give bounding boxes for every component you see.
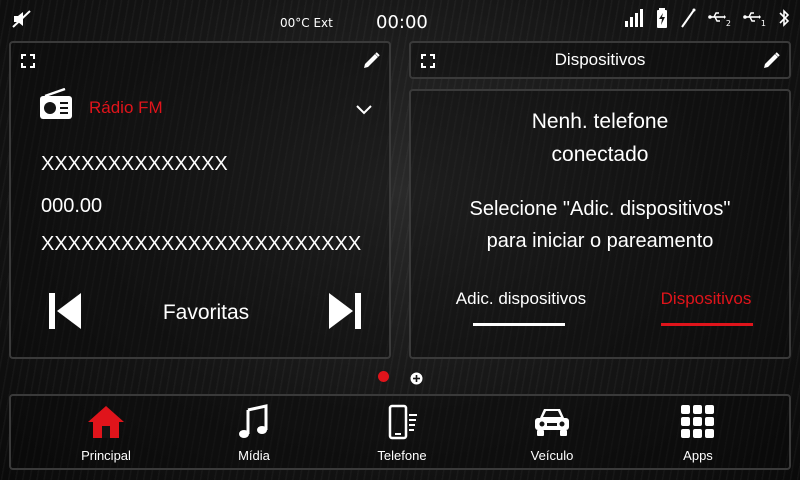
usb-1-label: 1 [760,18,766,28]
tab-devices-underline [661,323,753,326]
pairing-hint-line2: para iniciar o pareamento [486,230,714,252]
car-icon [532,409,572,444]
nav-principal-label: Principal [81,448,131,463]
signal-icon [624,9,644,27]
clock: 00:00 [376,12,428,33]
bluetooth-icon [778,8,790,28]
phone-icon [384,404,420,444]
nav-telefone-label: Telefone [377,448,427,463]
tab-add-underline [473,323,565,326]
no-phone-message: Nenh. telefone conectado [411,105,789,171]
frequency: 000.00 [41,195,103,217]
add-page-icon[interactable] [410,370,423,389]
nav-veiculo-label: Veículo [530,448,574,463]
devices-header: Dispositivos [409,41,791,79]
pairing-hint-line1: Selecione "Adic. dispositivos" [469,198,731,220]
outside-temperature: 00°C Ext [280,16,333,30]
radio-source-label[interactable]: Rádio FM [89,98,163,118]
tab-devices[interactable]: Dispositivos [651,289,761,326]
status-icons: 2 1 [624,8,790,28]
no-phone-line1: Nenh. telefone [531,110,669,133]
radio-text: XXXXXXXXXXXXXXXXXXXXXXXX [41,233,362,255]
mute-icon[interactable] [12,10,32,32]
devices-title: Dispositivos [554,50,646,69]
tab-devices-label: Dispositivos [660,289,752,308]
chevron-down-icon[interactable] [355,101,373,120]
favorites-button[interactable]: Favoritas [151,301,261,325]
antenna-icon [680,8,696,28]
radio-widget[interactable]: Rádio FM XXXXXXXXXXXXXX 000.00 XXXXXXXXX… [9,41,391,359]
skip-next-icon[interactable] [327,291,363,335]
devices-widget: Nenh. telefone conectado Selecione "Adic… [409,89,791,359]
usb-2-label: 2 [725,18,731,28]
page-indicator-active[interactable] [378,371,389,382]
bottom-nav: Principal Mídia Telefone Veículo Apps [9,394,791,470]
status-bar: 00°C Ext 00:00 2 1 [0,0,800,40]
tab-add-devices-label: Adic. dispositivos [455,289,587,308]
radio-icon [39,87,73,124]
skip-previous-icon[interactable] [47,291,83,335]
nav-veiculo[interactable]: Veículo [492,404,612,463]
nav-telefone[interactable]: Telefone [342,404,462,463]
battery-charging-icon [656,8,668,28]
nav-apps-label: Apps [683,448,713,463]
home-icon [86,406,126,444]
expand-icon[interactable] [21,53,35,72]
nav-apps[interactable]: Apps [638,404,758,463]
nav-principal[interactable]: Principal [46,404,166,463]
music-note-icon [236,404,272,444]
nav-midia-label: Mídia [238,448,270,463]
nav-midia[interactable]: Mídia [194,404,314,463]
pairing-hint: Selecione "Adic. dispositivos" para inic… [411,193,789,257]
usb-2-icon: 2 [708,9,731,28]
apps-grid-icon [680,405,716,444]
tab-add-devices[interactable]: Adic. dispositivos [441,289,601,326]
no-phone-line2: conectado [551,143,649,166]
station-name: XXXXXXXXXXXXXX [41,153,228,175]
usb-1-icon: 1 [743,9,766,28]
edit-pencil-icon[interactable] [361,51,381,75]
edit-pencil-icon[interactable] [761,51,781,75]
